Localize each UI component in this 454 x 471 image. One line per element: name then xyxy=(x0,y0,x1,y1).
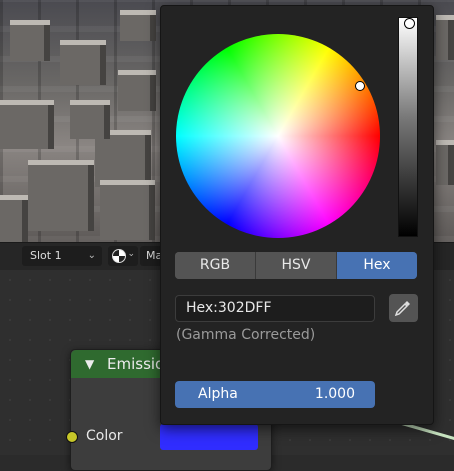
scene-block xyxy=(60,40,106,85)
value-slider[interactable] xyxy=(398,17,418,237)
chevron-down-icon: ⌄ xyxy=(87,250,96,261)
material-preview-button[interactable]: ⌄ xyxy=(108,246,138,266)
scene-block xyxy=(10,20,50,61)
scene-block xyxy=(70,100,110,139)
tab-hsv[interactable]: HSV xyxy=(256,252,337,279)
gamma-corrected-note: (Gamma Corrected) xyxy=(176,327,316,343)
scene-block xyxy=(28,160,94,231)
scene-block xyxy=(118,70,156,111)
material-sphere-icon xyxy=(112,249,126,263)
chevron-down-icon: ⌄ xyxy=(127,249,135,259)
collapse-chevron-icon[interactable]: ▼ xyxy=(85,350,94,378)
alpha-slider[interactable]: Alpha 1.000 xyxy=(175,381,375,408)
node-title: Emissio xyxy=(107,355,165,373)
tab-hex[interactable]: Hex xyxy=(337,252,417,279)
color-wheel-cursor[interactable] xyxy=(355,81,365,91)
color-mode-tabs: RGB HSV Hex xyxy=(175,252,417,279)
slot-dropdown[interactable]: Slot 1 ⌄ xyxy=(22,246,102,266)
color-socket[interactable] xyxy=(66,431,78,443)
scene-block xyxy=(100,180,155,240)
scene-block xyxy=(436,140,454,185)
hex-input[interactable]: Hex:302DFF xyxy=(175,295,375,322)
color-socket-label: Color xyxy=(86,428,123,444)
color-wheel[interactable] xyxy=(176,34,380,238)
scene-block xyxy=(0,100,54,149)
value-slider-handle[interactable] xyxy=(404,18,415,29)
eyedropper-button[interactable] xyxy=(389,294,418,322)
eyedropper-icon xyxy=(394,301,410,317)
scene-block xyxy=(120,10,156,41)
slot-label: Slot 1 xyxy=(30,249,62,262)
alpha-value: 1.000 xyxy=(314,386,355,402)
scene-block xyxy=(436,15,454,60)
tab-rgb[interactable]: RGB xyxy=(175,252,256,279)
alpha-label: Alpha xyxy=(198,386,238,402)
scene-block xyxy=(0,195,28,242)
color-swatch[interactable] xyxy=(160,424,258,450)
